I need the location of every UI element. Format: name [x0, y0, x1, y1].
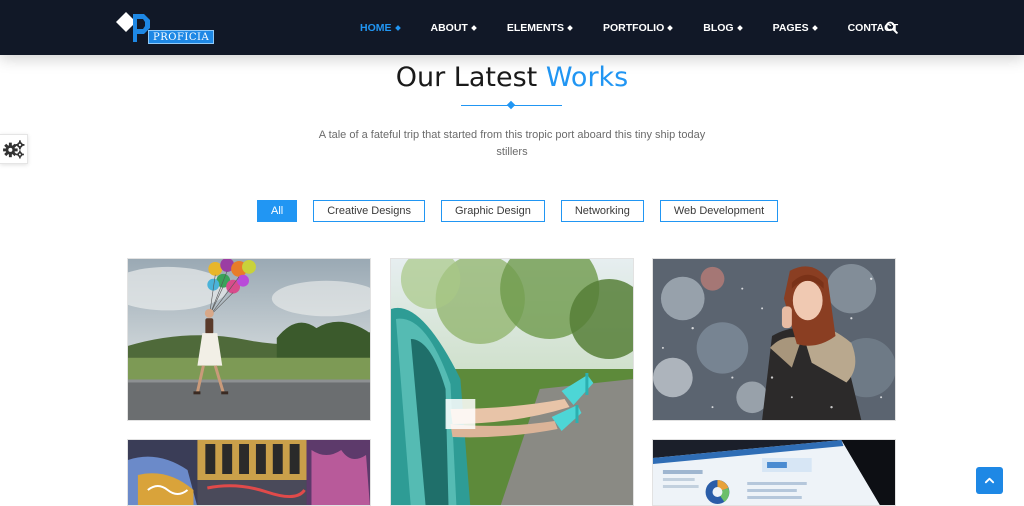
dropdown-diamond-icon	[811, 25, 818, 31]
graffiti-building-image	[128, 440, 370, 505]
section-title-main: Our Latest	[395, 62, 546, 93]
main-nav: HOME ABOUT ELEMENTS PORTFOLIO BLOG PAGES…	[360, 0, 929, 55]
section-subtitle: A tale of a fateful trip that started fr…	[318, 129, 706, 158]
nav-item-label: PAGES	[772, 21, 809, 34]
gears-icon	[2, 140, 24, 159]
filter-networking[interactable]: Networking	[560, 200, 644, 222]
winter-woman-image	[653, 259, 895, 420]
dropdown-diamond-icon	[394, 25, 401, 31]
filter-graphic-design[interactable]: Graphic Design	[441, 200, 545, 222]
dropdown-diamond-icon	[736, 25, 743, 31]
page: PROFICIA HOME ABOUT ELEMENTS PORTFOLIO B…	[0, 0, 1024, 506]
nav-item-pages[interactable]: PAGES	[772, 21, 818, 34]
search-icon[interactable]	[885, 21, 898, 34]
balloons-woman-image	[128, 259, 370, 420]
portfolio-item-analytics[interactable]	[652, 439, 896, 506]
nav-item-label: BLOG	[703, 21, 734, 34]
nav-item-home[interactable]: HOME	[360, 21, 401, 34]
portfolio-item-winter[interactable]	[652, 258, 896, 421]
car-window-image	[391, 259, 633, 505]
back-to-top-button[interactable]	[976, 467, 1003, 494]
top-navbar: PROFICIA HOME ABOUT ELEMENTS PORTFOLIO B…	[0, 0, 1024, 55]
settings-panel-toggle[interactable]	[0, 134, 28, 164]
filter-web-development[interactable]: Web Development	[659, 200, 779, 222]
logo-mark-icon	[116, 12, 150, 42]
dropdown-diamond-icon	[567, 25, 573, 31]
logo-text: PROFICIA	[148, 30, 215, 44]
nav-item-label: HOME	[360, 21, 392, 34]
portfolio-item-balloons[interactable]	[127, 258, 371, 421]
nav-item-blog[interactable]: BLOG	[703, 21, 743, 34]
nav-item-label: PORTFOLIO	[603, 21, 665, 34]
analytics-screen-image	[653, 440, 895, 505]
section-title: Our Latest Works	[0, 62, 1024, 93]
title-divider	[461, 100, 562, 110]
divider-diamond-icon	[506, 100, 516, 110]
nav-item-about[interactable]: ABOUT	[430, 21, 477, 34]
portfolio-item-car[interactable]	[390, 258, 634, 506]
portfolio-filters: All Creative Designs Graphic Design Netw…	[257, 200, 794, 222]
chevron-up-icon	[984, 477, 995, 484]
nav-item-portfolio[interactable]: PORTFOLIO	[603, 21, 674, 34]
nav-item-label: ELEMENTS	[506, 21, 565, 34]
nav-item-elements[interactable]: ELEMENTS	[506, 21, 573, 34]
filter-all[interactable]: All	[257, 200, 298, 222]
section-title-accent: Works	[545, 62, 629, 93]
nav-item-label: ABOUT	[430, 21, 468, 34]
dropdown-diamond-icon	[471, 25, 477, 31]
dropdown-diamond-icon	[667, 25, 674, 31]
portfolio-item-graffiti[interactable]	[127, 439, 371, 506]
filter-creative-designs[interactable]: Creative Designs	[313, 200, 425, 222]
logo[interactable]: PROFICIA	[116, 10, 215, 46]
